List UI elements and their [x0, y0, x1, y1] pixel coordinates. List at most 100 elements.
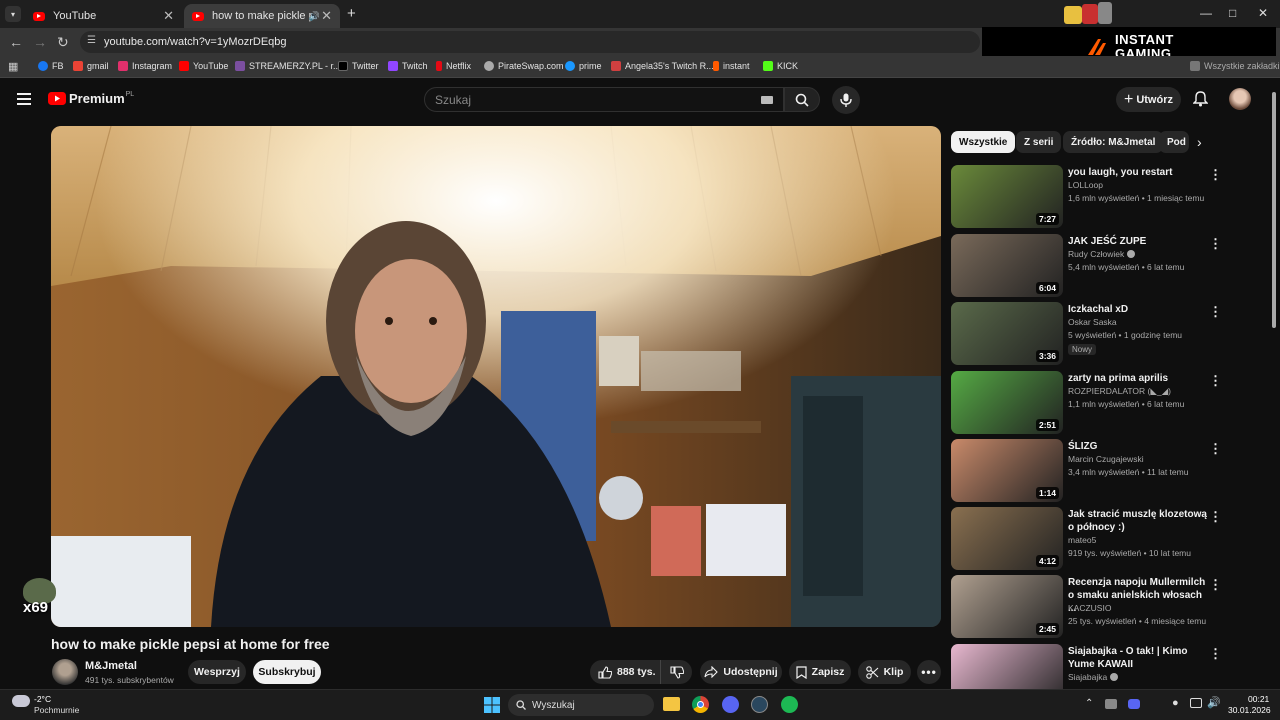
- clip-button[interactable]: Klip: [858, 660, 911, 684]
- video-thumbnail[interactable]: 7:27: [951, 165, 1063, 228]
- site-info-icon[interactable]: ☰: [87, 35, 96, 46]
- bookmark-kick[interactable]: KICK: [763, 61, 798, 71]
- close-window-icon[interactable]: ✕: [1258, 6, 1268, 20]
- clock-date[interactable]: 30.01.2026: [1228, 705, 1271, 715]
- bookmark-angela35[interactable]: Angela35's Twitch R...: [611, 61, 714, 71]
- tray-app-icon[interactable]: [1128, 699, 1140, 709]
- more-options-icon[interactable]: ⋮: [1209, 441, 1222, 457]
- bookmark-gmail[interactable]: gmail: [73, 61, 109, 71]
- microphone-icon[interactable]: ●: [1172, 697, 1179, 709]
- search-input[interactable]: Szukaj: [424, 87, 784, 112]
- steam-icon[interactable]: [751, 696, 768, 713]
- tab-youtube[interactable]: YouTube ✕: [25, 4, 182, 28]
- menu-icon[interactable]: [17, 92, 31, 110]
- reload-icon[interactable]: ↻: [57, 34, 69, 51]
- bookmark-pirateswap[interactable]: PirateSwap.com: [484, 61, 564, 71]
- apps-grid-icon[interactable]: ▦: [8, 60, 18, 73]
- recommendation-item[interactable]: 6:04 JAK JEŚĆ ZUPE Rudy Człowiek 5,4 mln w…: [951, 234, 1222, 298]
- chip-series[interactable]: Z serii: [1016, 131, 1062, 153]
- recommendation-item[interactable]: 2:45 Recenzja napoju Mullermilch o smaku …: [951, 575, 1222, 639]
- audio-playing-icon[interactable]: 🔊: [309, 11, 320, 22]
- close-tab-icon[interactable]: ✕: [321, 8, 332, 24]
- recommendation-title[interactable]: ŚLIZG: [1068, 440, 1208, 453]
- create-button[interactable]: + Utwórz: [1116, 87, 1181, 112]
- video-player[interactable]: [51, 126, 941, 627]
- back-icon[interactable]: ←: [9, 34, 23, 50]
- save-button[interactable]: Zapisz: [789, 660, 851, 684]
- bookmark-youtube[interactable]: YouTube: [179, 61, 228, 71]
- recommendation-item[interactable]: 2:51 zarty na prima aprilis ROZPIERDALATOR…: [951, 371, 1222, 435]
- more-options-icon[interactable]: ⋮: [1209, 509, 1222, 525]
- recommendation-channel[interactable]: Marcin Czugajewski: [1068, 454, 1144, 464]
- bookmark-netflix[interactable]: Netflix: [436, 61, 471, 71]
- bookmark-twitch[interactable]: Twitch: [388, 61, 428, 71]
- support-button[interactable]: Wesprzyj: [188, 660, 246, 684]
- volume-icon[interactable]: 🔊: [1207, 696, 1221, 709]
- chips-next-icon[interactable]: ›: [1197, 134, 1202, 150]
- video-thumbnail[interactable]: 4:12: [951, 507, 1063, 570]
- search-button[interactable]: [784, 87, 820, 112]
- spotify-icon[interactable]: [781, 696, 798, 713]
- video-thumbnail[interactable]: 2:45: [951, 575, 1063, 638]
- more-options-icon[interactable]: ⋮: [1209, 304, 1222, 320]
- recommendation-title[interactable]: zarty na prima aprilis: [1068, 372, 1208, 385]
- channel-avatar[interactable]: [52, 659, 78, 685]
- youtube-premium-logo[interactable]: Premium PL: [48, 91, 134, 106]
- more-options-icon[interactable]: ⋮: [1209, 577, 1222, 593]
- tab-search-button[interactable]: ▾: [5, 6, 21, 22]
- tab-current-video[interactable]: how to make pickle pepsi at home for fre…: [184, 4, 340, 28]
- bookmark-fb[interactable]: FB: [38, 61, 64, 71]
- recommendation-channel[interactable]: KACZUSIO: [1068, 603, 1111, 613]
- more-options-icon[interactable]: ⋮: [1209, 236, 1222, 252]
- clock-time[interactable]: 00:21: [1248, 694, 1269, 704]
- bookmark-prime[interactable]: prime: [565, 61, 602, 71]
- notifications-button[interactable]: [1192, 91, 1209, 112]
- recommendation-channel[interactable]: LOLLoop: [1068, 180, 1103, 190]
- recommendation-channel[interactable]: ROZPIERDALATOR (◣_◢): [1068, 386, 1171, 397]
- video-thumbnail[interactable]: 1:14: [951, 439, 1063, 502]
- file-explorer-icon[interactable]: [663, 697, 680, 711]
- share-button[interactable]: Udostępnij: [700, 660, 782, 684]
- bookmark-twitter[interactable]: Twitter: [338, 61, 379, 71]
- like-button[interactable]: 888 tys.: [590, 660, 660, 684]
- recommendation-title[interactable]: Iczkachal xD: [1068, 303, 1208, 316]
- taskbar-search[interactable]: Wyszukaj: [508, 694, 654, 716]
- recommendation-channel[interactable]: Rudy Człowiek: [1068, 249, 1135, 259]
- address-bar[interactable]: ☰ youtube.com/watch?v=1yMozrDEqbg: [80, 31, 980, 53]
- chip-related[interactable]: Pod: [1159, 131, 1189, 153]
- recommendation-item[interactable]: 7:27 you laugh, you restart LOLLoop 1,6 mln…: [951, 165, 1222, 229]
- recommendation-channel[interactable]: mateo5: [1068, 535, 1096, 545]
- channel-name[interactable]: M&Jmetal: [85, 660, 137, 672]
- recommendation-channel[interactable]: Oskar Saska: [1068, 317, 1117, 327]
- chip-source[interactable]: Źródło: M&Jmetal: [1063, 131, 1164, 153]
- recommendation-item[interactable]: 4:12 Jak stracić muszlę klozetową o półno…: [951, 507, 1222, 571]
- subscribe-button[interactable]: Subskrybuj: [253, 660, 321, 684]
- new-tab-button[interactable]: +: [347, 5, 356, 22]
- more-options-icon[interactable]: ⋮: [1209, 167, 1222, 183]
- dislike-button[interactable]: [660, 660, 692, 684]
- tray-app-icon[interactable]: [1105, 699, 1117, 709]
- more-actions-button[interactable]: •••: [917, 660, 941, 684]
- more-options-icon[interactable]: ⋮: [1209, 373, 1222, 389]
- bookmark-streamerzy[interactable]: STREAMERZY.PL - r...: [235, 61, 341, 71]
- bookmark-instant[interactable]: instant: [713, 61, 750, 71]
- minimize-icon[interactable]: —: [1200, 6, 1212, 20]
- video-thumbnail[interactable]: 3:36: [951, 302, 1063, 365]
- video-thumbnail[interactable]: 2:51: [951, 371, 1063, 434]
- all-bookmarks[interactable]: Wszystkie zakładki: [1190, 61, 1280, 71]
- recommendation-title[interactable]: Siajabajka - O tak! | Kimo Yume KAWAII: [1068, 645, 1208, 671]
- weather-icon[interactable]: [12, 695, 30, 707]
- close-tab-icon[interactable]: ✕: [163, 8, 174, 24]
- windows-start-icon[interactable]: [484, 697, 500, 713]
- more-options-icon[interactable]: ⋮: [1209, 646, 1222, 662]
- avatar[interactable]: [1229, 88, 1251, 110]
- chrome-icon[interactable]: [692, 696, 709, 713]
- bookmark-instagram[interactable]: Instagram: [118, 61, 172, 71]
- recommendation-item[interactable]: 3:36 Iczkachal xD Oskar Saska 5 wyświetleń …: [951, 302, 1222, 366]
- recommendation-title[interactable]: Jak stracić muszlę klozetową o północy :…: [1068, 508, 1208, 534]
- recommendation-title[interactable]: you laugh, you restart: [1068, 166, 1208, 179]
- video-thumbnail[interactable]: 6:04: [951, 234, 1063, 297]
- chip-all[interactable]: Wszystkie: [951, 131, 1016, 153]
- forward-icon[interactable]: →: [33, 34, 47, 50]
- keyboard-icon[interactable]: [761, 96, 773, 104]
